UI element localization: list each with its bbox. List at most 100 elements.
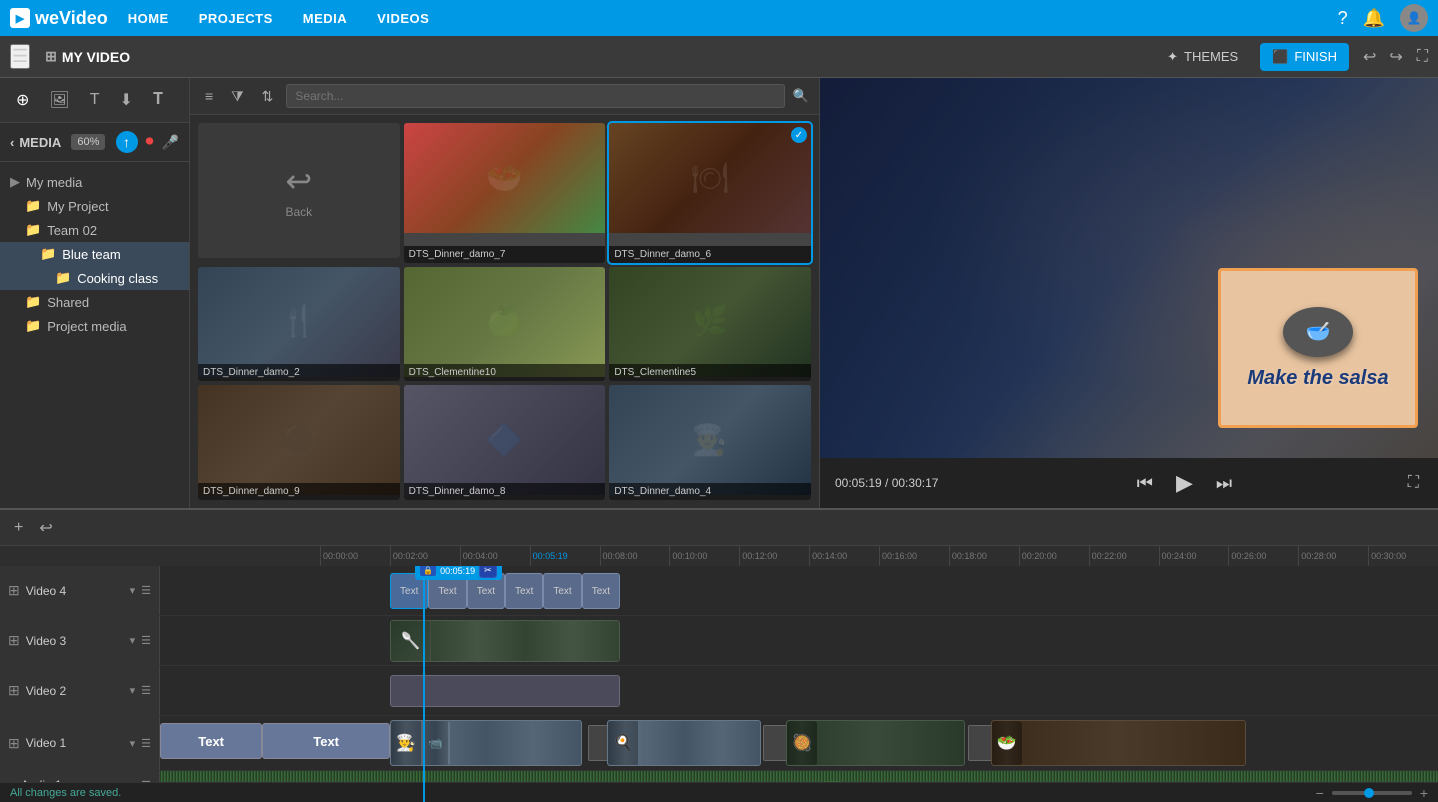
track-menu-video4[interactable]: ☰ [141, 584, 151, 597]
text-tool-button[interactable]: T [84, 87, 106, 113]
nav-home[interactable]: HOME [128, 11, 169, 26]
video1-text-item-1[interactable]: Text [160, 723, 262, 759]
folder-icon-my-project: 📁 [25, 198, 41, 214]
text-clip-5[interactable]: Text [543, 573, 581, 609]
sidebar-item-blue-team[interactable]: 📁 Blue team [0, 242, 189, 266]
save-status: All changes are saved. [10, 787, 121, 799]
zoom-badge[interactable]: 60% [71, 134, 105, 150]
play-pause-button[interactable]: ▶ [1172, 466, 1197, 500]
media-thumb-dinner9[interactable]: ⚫ DTS_Dinner_damo_9 [198, 385, 400, 500]
finish-icon: ⬛ [1272, 49, 1288, 65]
track-menu-video1[interactable]: ☰ [141, 737, 151, 750]
media-thumb-clem10[interactable]: 🍏 DTS_Clementine10 [404, 267, 606, 382]
track-chevron-video1[interactable]: ▾ [130, 737, 136, 750]
track-menu-video3[interactable]: ☰ [141, 634, 151, 647]
ruler-marks-container: 00:00:00 00:02:00 00:04:00 00:05:19 00:0… [160, 546, 1438, 566]
media-chevron-left[interactable]: ‹ [10, 135, 14, 150]
thumb-img-dinner2: 🍴 [198, 267, 400, 377]
top-navigation: ▶ weVideo HOME PROJECTS MEDIA VIDEOS ? 🔔… [0, 0, 1438, 36]
export-tool-button[interactable]: ⬇ [114, 86, 139, 114]
search-submit-button[interactable]: 🔍 [793, 88, 809, 104]
track-row-video3: ⊞ Video 3 ▾ ☰ 🥄 [0, 616, 1438, 666]
main-toolbar: ☰ ⊞ MY VIDEO ✦ THEMES ⬛ FINISH ↩ ↪ ⛶ [0, 36, 1438, 78]
ruler-mark-3: 00:05:19 [530, 546, 600, 566]
sidebar-item-cooking-class[interactable]: 📁 Cooking class [0, 266, 189, 290]
upload-button[interactable]: ↑ [116, 131, 138, 153]
ruler-mark-10: 00:20:00 [1019, 546, 1089, 566]
skip-back-button[interactable]: ⏮ [1133, 469, 1157, 498]
media-search-input[interactable] [286, 84, 784, 108]
media-thumb-dinner7[interactable]: 🥗 DTS_Dinner_damo_7 [404, 123, 606, 263]
video-clip-video1-2[interactable]: 🍳 [607, 720, 760, 766]
track-icon-video4: ⊞ [8, 582, 20, 599]
hamburger-menu-button[interactable]: ☰ [10, 44, 30, 69]
zoom-in-button[interactable]: + [1420, 785, 1428, 801]
video1-text-item-2[interactable]: Text [262, 723, 390, 759]
sidebar-item-team02[interactable]: 📁 Team 02 [0, 218, 189, 242]
zoom-out-button[interactable]: − [1316, 785, 1324, 801]
fullscreen-button[interactable]: ⛶ [1417, 48, 1428, 66]
track-chevron-video4[interactable]: ▾ [130, 584, 136, 597]
thumb-img-clem5: 🌿 [609, 267, 811, 377]
video-clip-video1-4[interactable]: 🥗 [991, 720, 1247, 766]
record-button[interactable]: ⏺ [146, 133, 154, 151]
finish-button[interactable]: ⬛ FINISH [1260, 43, 1349, 71]
undo-redo-controls: ↩ ↪ [1359, 43, 1407, 71]
nav-projects[interactable]: PROJECTS [199, 11, 273, 26]
undo-button[interactable]: ↩ [1359, 43, 1380, 71]
track-content-video2 [160, 666, 1438, 715]
sidebar-item-my-media[interactable]: ▶ My media [0, 170, 189, 194]
microphone-button[interactable]: 🎤 [162, 134, 179, 151]
preview-fullscreen-button[interactable]: ⛶ [1404, 470, 1423, 496]
add-track-button[interactable]: + [10, 515, 27, 541]
list-view-button[interactable]: ≡ [200, 85, 218, 107]
media-grid-panel: ≡ ⧩ ⇅ 🔍 ↩ Back 🥗 [190, 78, 820, 508]
track-chevron-video2[interactable]: ▾ [130, 684, 136, 697]
preview-video: 🥣 Make the salsa [820, 78, 1438, 458]
sidebar-item-shared[interactable]: 📁 Shared [0, 290, 189, 314]
nav-media[interactable]: MEDIA [303, 11, 347, 26]
text-clip-6[interactable]: Text [582, 573, 620, 609]
text-clip-4[interactable]: Text [505, 573, 543, 609]
media-thumb-dinner8[interactable]: 🔷 DTS_Dinner_damo_8 ⋮ [404, 385, 606, 500]
playhead[interactable]: 🔒 00:05:19 ✂ [423, 566, 425, 802]
zoom-slider[interactable] [1332, 791, 1412, 795]
track-content-video3: 🥄 [160, 616, 1438, 665]
image-tool-button[interactable]: 🖼 [43, 86, 75, 114]
media-thumb-clem5[interactable]: 🌿 DTS_Clementine5 [609, 267, 811, 382]
help-icon[interactable]: ? [1338, 8, 1348, 29]
sort-button[interactable]: ⇅ [257, 85, 279, 108]
text-clip-label-3: Text [477, 586, 495, 597]
logo[interactable]: ▶ weVideo [10, 8, 108, 29]
sidebar-item-project-media[interactable]: 📁 Project media [0, 314, 189, 338]
video-clip-video1-3[interactable]: 🥘 [786, 720, 965, 766]
themes-button[interactable]: ✦ THEMES [1155, 43, 1250, 71]
text2-tool-button[interactable]: 𝐓 [147, 87, 169, 113]
sidebar-item-my-project[interactable]: 📁 My Project [0, 194, 189, 218]
undo-timeline-button[interactable]: ↩ [35, 514, 56, 542]
project-title-area: ⊞ MY VIDEO [45, 48, 130, 65]
media-thumb-dinner6[interactable]: 🍽 DTS_Dinner_damo_6 ✓ [609, 123, 811, 263]
nav-videos[interactable]: VIDEOS [377, 11, 429, 26]
skip-forward-button[interactable]: ⏭ [1212, 469, 1236, 498]
ruler-mark-0: 00:00:00 [320, 546, 390, 566]
track-name-video2: Video 2 [26, 684, 124, 698]
filter-button[interactable]: ⧩ [226, 85, 249, 108]
track-label-video3: ⊞ Video 3 ▾ ☰ [0, 616, 160, 665]
video-clip-video1-main[interactable]: 👨‍🍳 📹 [390, 720, 582, 766]
track-menu-video2[interactable]: ☰ [141, 684, 151, 697]
media-grid: ↩ Back 🥗 DTS_Dinner_damo_7 🍽 [190, 115, 819, 508]
timeline-zoom-control: − + [1316, 785, 1428, 801]
media-thumb-dinner4[interactable]: 👨‍🍳 DTS_Dinner_damo_4 [609, 385, 811, 500]
user-avatar[interactable]: 👤 [1400, 4, 1428, 32]
track-chevron-video3[interactable]: ▾ [130, 634, 136, 647]
add-media-button[interactable]: ⊕ [10, 86, 35, 114]
sidebar-label-project-media: Project media [47, 319, 126, 334]
media-back-button[interactable]: ↩ Back [198, 123, 400, 258]
sidebar-label-blue-team: Blue team [62, 247, 121, 262]
ruler-mark-12: 00:24:00 [1159, 546, 1229, 566]
redo-button[interactable]: ↪ [1385, 43, 1406, 71]
sidebar-label-my-media: My media [26, 175, 82, 190]
media-thumb-dinner2[interactable]: 🍴 DTS_Dinner_damo_2 [198, 267, 400, 382]
notifications-icon[interactable]: 🔔 [1363, 8, 1385, 29]
